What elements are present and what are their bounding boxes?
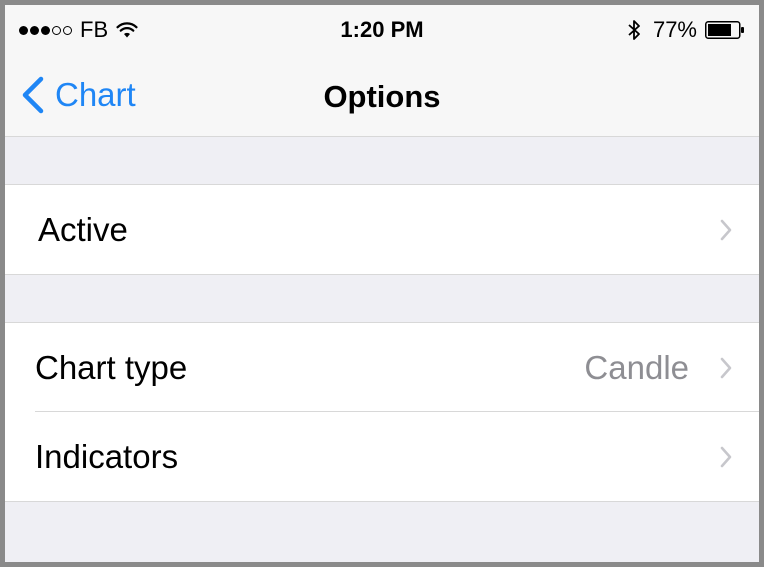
back-button[interactable]: Chart	[19, 75, 136, 115]
row-indicators[interactable]: Indicators	[5, 412, 759, 501]
settings-group-chart: Chart type Candle Indicators	[5, 322, 759, 502]
chevron-right-icon	[720, 446, 732, 467]
chevron-left-icon	[22, 76, 44, 114]
status-right: 77%	[627, 17, 745, 43]
row-chart-type[interactable]: Chart type Candle	[5, 323, 759, 412]
row-value: Candle	[584, 348, 689, 386]
row-label: Active	[38, 210, 128, 248]
battery-percentage: 77%	[652, 17, 697, 42]
settings-group-active: Active	[5, 184, 759, 275]
status-bar: FB 1:20 PM 77%	[5, 5, 759, 55]
chevron-right-icon	[720, 219, 732, 240]
bluetooth-icon	[628, 20, 640, 40]
row-active[interactable]: Active	[5, 185, 759, 274]
back-button-label: Chart	[55, 76, 136, 113]
row-label: Chart type	[35, 348, 188, 386]
navigation-bar: Chart Options	[5, 55, 759, 137]
phone-screen: FB 1:20 PM 77% Chart Options Active Char…	[0, 0, 764, 567]
chevron-right-icon	[720, 357, 732, 378]
battery-icon	[705, 21, 744, 39]
row-label: Indicators	[35, 437, 179, 475]
